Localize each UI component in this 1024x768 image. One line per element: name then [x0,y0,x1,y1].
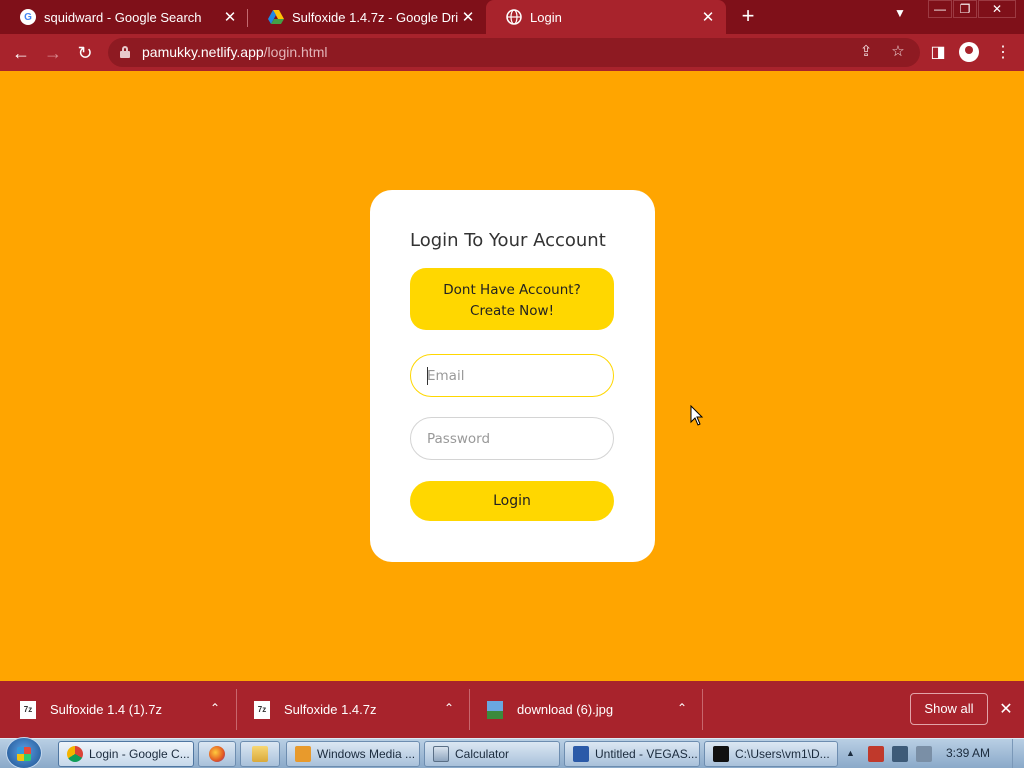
taskbar-item-label: Windows Media ... [317,747,416,761]
download-filename: Sulfoxide 1.4 (1).7z [50,702,163,717]
volume-icon[interactable] [916,746,932,762]
more-menu-icon[interactable]: ⋮ [990,40,1016,66]
share-icon[interactable]: ⇪ [856,42,876,62]
text-caret [427,367,428,385]
browser-toolbar: ← → ↻ pamukky.netlify.app/login.html ⇪ ☆… [0,34,1024,71]
close-tab-icon[interactable]: ✕ [220,8,240,26]
vegas-icon [573,746,589,762]
login-button[interactable]: Login [410,481,614,521]
tab-title: Login [530,9,562,25]
calculator-icon [433,746,449,762]
chevron-up-icon[interactable]: ⌃ [444,701,454,715]
globe-icon [506,9,522,25]
create-account-button[interactable]: Dont Have Account? Create Now! [410,268,614,330]
tab-login[interactable]: Login ✕ [486,0,726,34]
clock[interactable]: 3:39 AM [946,746,990,760]
taskbar-item-label: C:\Users\vm1\D... [735,747,830,761]
page-title: Login To Your Account [410,230,606,251]
side-panel-icon[interactable]: ◨ [925,40,951,66]
divider [702,689,703,730]
tab-strip: G squidward - Google Search ✕ Sulfoxide … [0,0,1024,34]
mouse-cursor-icon [690,405,704,426]
download-filename: Sulfoxide 1.4.7z [284,702,377,717]
taskbar-item-vegas[interactable]: Untitled - VEGAS... [564,741,700,767]
action-center-icon[interactable] [868,746,884,762]
tab-google-search[interactable]: G squidward - Google Search ✕ [0,0,248,34]
download-item[interactable]: 7z Sulfoxide 1.4.7z ⌃ [254,681,454,738]
image-file-icon [487,700,503,719]
taskbar-item-chrome[interactable]: Login - Google C... [58,741,194,767]
close-tab-icon[interactable]: ✕ [458,8,478,26]
email-input[interactable] [411,355,613,396]
media-player-icon [295,746,311,762]
taskbar-item-label: Login - Google C... [89,747,190,761]
tab-title: Sulfoxide 1.4.7z - Google Drive [292,9,458,25]
tab-google-drive[interactable]: Sulfoxide 1.4.7z - Google Drive ✕ [248,0,486,34]
new-tab-icon[interactable]: + [736,4,760,28]
show-hidden-icons-icon[interactable]: ▲ [846,748,855,758]
minimize-icon[interactable]: — [928,0,952,18]
forward-icon[interactable]: → [40,40,66,66]
download-filename: download (6).jpg [517,702,614,717]
taskbar-item-label: Calculator [455,747,510,761]
divider [469,689,470,730]
divider [236,689,237,730]
tab-title: squidward - Google Search [44,9,202,25]
download-item[interactable]: download (6).jpg ⌃ [487,681,687,738]
start-button[interactable] [6,737,42,768]
url-path: /login.html [263,44,328,60]
show-all-button[interactable]: Show all [910,693,988,725]
chevron-up-icon[interactable]: ⌃ [677,701,687,715]
close-window-icon[interactable]: ✕ [978,0,1016,18]
taskbar-item-firefox[interactable] [198,741,236,767]
google-icon: G [20,9,36,25]
google-drive-icon [268,9,284,25]
password-field[interactable] [410,417,614,460]
restore-icon[interactable]: ❐ [953,0,977,18]
archive-file-icon: 7z [20,700,36,719]
close-shelf-icon[interactable]: ✕ [996,699,1016,719]
login-card: Login To Your Account Dont Have Account?… [370,190,655,562]
download-shelf: 7z Sulfoxide 1.4 (1).7z ⌃ 7z Sulfoxide 1… [0,681,1024,738]
taskbar-item-7zip[interactable]: C:\Users\vm1\D... [704,741,838,767]
reload-icon[interactable]: ↻ [72,40,98,66]
address-bar[interactable]: pamukky.netlify.app/login.html ⇪ ☆ [108,38,920,67]
chrome-icon [67,746,83,762]
archive-file-icon: 7z [254,700,270,719]
lock-icon[interactable] [120,46,130,58]
profile-avatar-icon[interactable] [959,42,979,62]
taskbar-item-calculator[interactable]: Calculator [424,741,560,767]
folder-icon [252,746,268,762]
taskbar-item-explorer[interactable] [240,741,280,767]
email-field[interactable] [410,354,614,397]
password-input[interactable] [411,418,613,459]
network-icon[interactable] [892,746,908,762]
7zip-icon [713,746,729,762]
taskbar-item-label: Untitled - VEGAS... [595,747,698,761]
show-desktop-button[interactable] [1012,739,1024,768]
firefox-icon [209,746,225,762]
tab-search-icon[interactable]: ▼ [894,6,906,20]
chevron-up-icon[interactable]: ⌃ [210,701,220,715]
url-domain: pamukky.netlify.app [142,44,264,60]
taskbar: Login - Google C... Windows Media ... Ca… [0,737,1024,768]
back-icon[interactable]: ← [8,40,34,66]
bookmark-star-icon[interactable]: ☆ [888,42,908,62]
close-tab-icon[interactable]: ✕ [698,8,718,26]
url-text[interactable]: pamukky.netlify.app/login.html [142,44,327,60]
download-item[interactable]: 7z Sulfoxide 1.4 (1).7z ⌃ [20,681,220,738]
taskbar-item-media-player[interactable]: Windows Media ... [286,741,420,767]
